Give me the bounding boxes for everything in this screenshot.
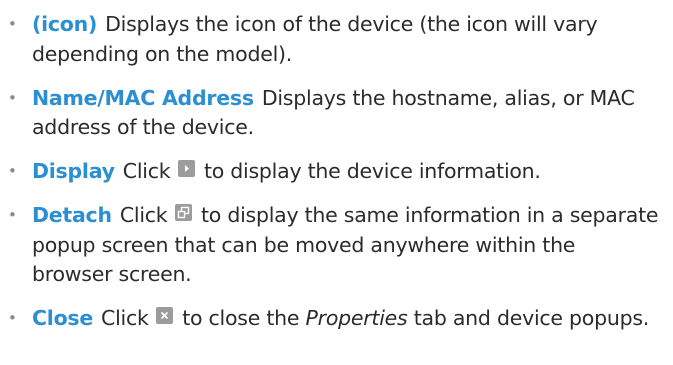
term-display: Display xyxy=(32,159,115,183)
item-text-after: to display the device information. xyxy=(203,159,541,183)
bullet: • xyxy=(8,15,17,33)
term-detach: Detach xyxy=(32,203,112,227)
list-item-close: • Close Click to close the Properties tab… xyxy=(0,304,673,334)
list-item-detach: • Detach Click to display the same inform… xyxy=(0,201,673,290)
list-item-name-mac: • Name/MAC Address Displays the hostname,… xyxy=(0,84,673,143)
term-name-mac-address: Name/MAC Address xyxy=(32,85,254,110)
bullet: • xyxy=(8,309,17,327)
item-text-before: Click xyxy=(101,306,149,330)
term-close: Close xyxy=(32,306,94,330)
play-arrow-icon xyxy=(177,160,195,177)
list-item-display: • Display Click to display the device inf… xyxy=(0,157,673,187)
bullet: • xyxy=(8,88,17,107)
item-text-after: tab and device popups. xyxy=(413,306,650,330)
item-text: Displays the icon of the device (the ico… xyxy=(32,12,598,66)
detach-window-icon xyxy=(174,204,192,221)
item-text-before: Click xyxy=(122,159,171,183)
close-x-icon xyxy=(155,307,173,324)
properties-tab-name: Properties xyxy=(305,306,408,330)
bullet: • xyxy=(8,162,17,180)
item-text-before: Click xyxy=(119,203,168,227)
description-list: • (icon) Displays the icon of the device … xyxy=(0,0,673,334)
item-text-after: to close the xyxy=(182,306,300,330)
term-icon: (icon) xyxy=(32,12,98,36)
list-item-icon: • (icon) Displays the icon of the device … xyxy=(0,10,673,69)
bullet: • xyxy=(8,206,17,224)
